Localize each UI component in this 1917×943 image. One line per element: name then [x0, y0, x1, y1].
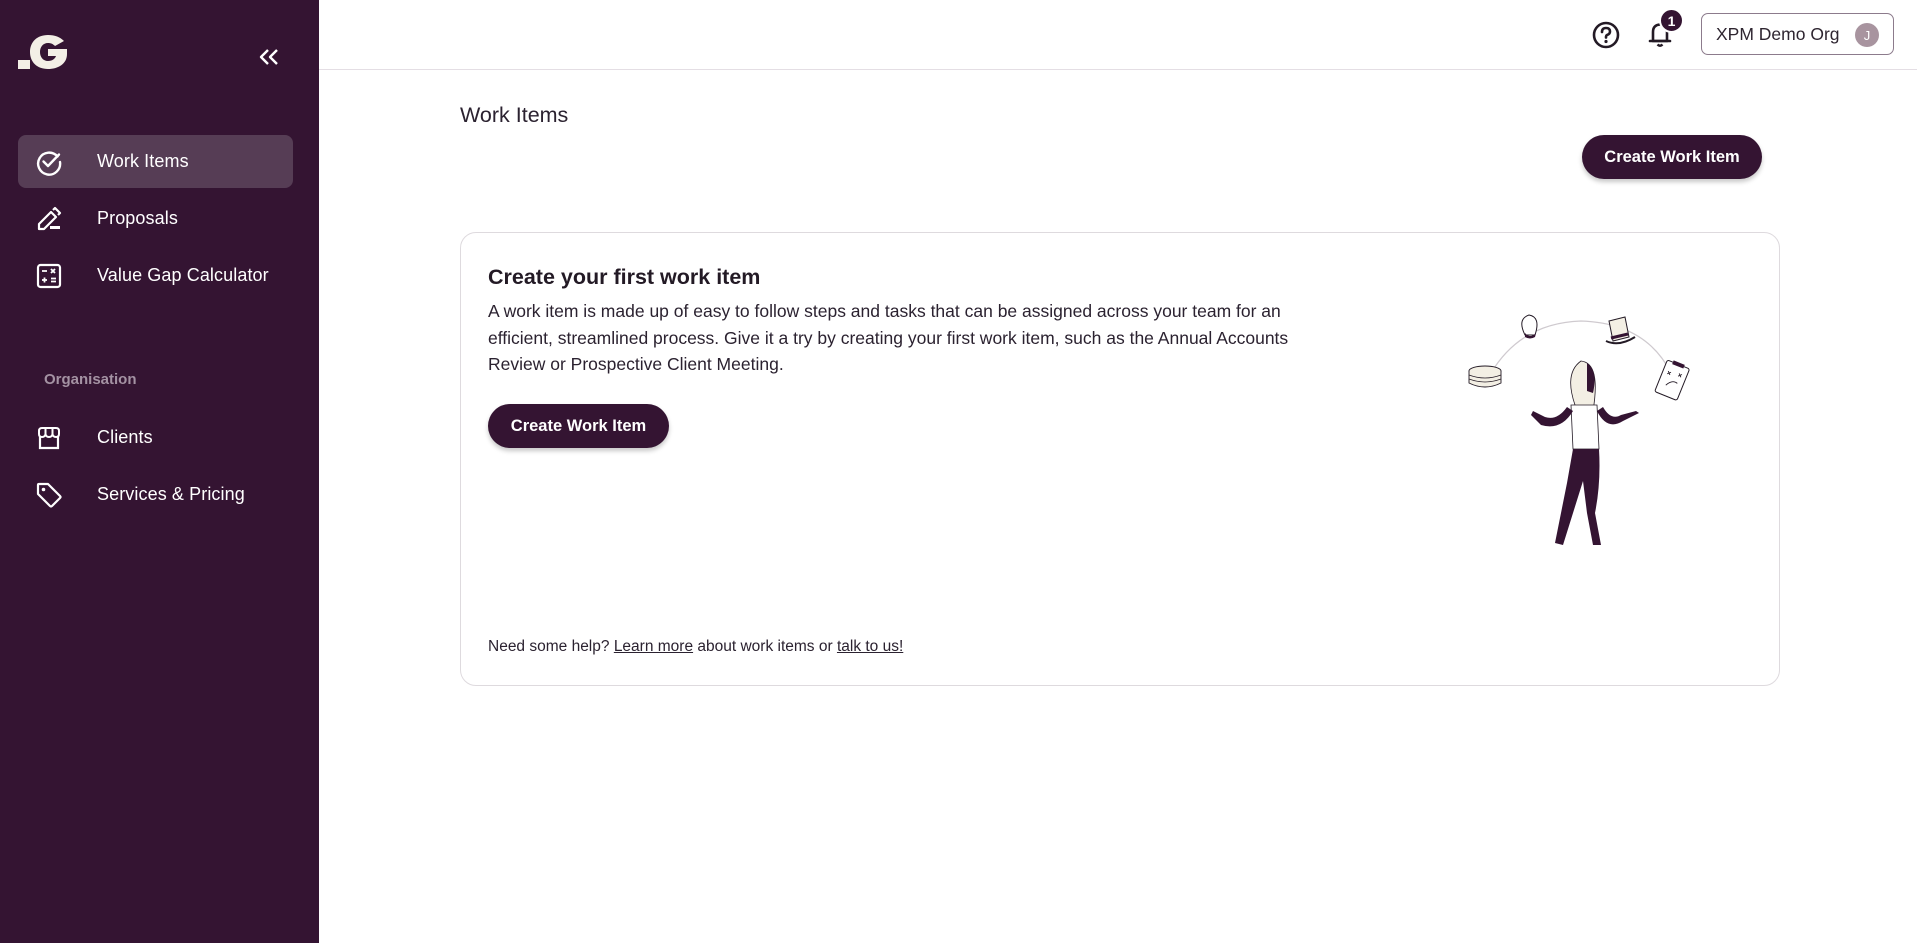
person-figure: [1531, 360, 1639, 545]
sidebar-item-label: Services & Pricing: [97, 484, 245, 504]
check-circle-icon: [36, 151, 62, 176]
user-avatar: J: [1855, 23, 1879, 47]
coins-icon: [1468, 365, 1502, 388]
page-title: Work Items: [460, 103, 569, 127]
learn-more-link[interactable]: Learn more: [614, 638, 693, 655]
sidebar: Work Items Proposals Value Gap Calculato…: [0, 0, 319, 943]
org-name: XPM Demo Org: [1716, 23, 1840, 44]
store-icon: [38, 427, 60, 450]
empty-state-description: A work item is made up of easy to follow…: [488, 301, 1289, 374]
sidebar-item-label: Proposals: [97, 208, 178, 228]
create-work-item-button[interactable]: Create Work Item: [1582, 135, 1762, 179]
help-button[interactable]: [1590, 19, 1622, 51]
sidebar-item-work-items[interactable]: Work Items: [18, 135, 293, 188]
calculator-icon: [36, 263, 62, 289]
chevrons-left-icon: [259, 49, 278, 65]
help-prefix: Need some help?: [488, 638, 610, 655]
empty-state-create-button[interactable]: Create Work Item: [488, 404, 669, 448]
tag-icon: [36, 482, 62, 508]
lightbulb-icon: [1521, 314, 1538, 339]
sidebar-item-value-gap-calculator[interactable]: Value Gap Calculator: [18, 249, 293, 302]
sidebar-item-clients[interactable]: Clients: [18, 411, 293, 464]
help-text: Need some help? Learn more about work it…: [488, 638, 903, 656]
help-middle: about work items or: [697, 638, 833, 655]
clipboard-icon: [1654, 360, 1690, 401]
talk-to-us-link[interactable]: talk to us!: [837, 638, 903, 655]
org-switcher-button[interactable]: XPM Demo Org J: [1701, 13, 1894, 55]
help-circle-icon: [1592, 21, 1620, 49]
sidebar-item-label: Clients: [97, 427, 153, 447]
sidebar-item-services-pricing[interactable]: Services & Pricing: [18, 468, 293, 521]
pencil-icon: [37, 206, 62, 231]
sidebar-item-label: Value Gap Calculator: [97, 265, 269, 285]
sidebar-section-organisation: Organisation: [44, 371, 137, 388]
empty-state-card: Create your first work item A work item …: [460, 232, 1780, 686]
empty-state-title: Create your first work item: [488, 265, 761, 289]
top-hat-icon: [1605, 316, 1636, 345]
sidebar-item-proposals[interactable]: Proposals: [18, 192, 293, 245]
juggling-person-illustration: [1468, 314, 1690, 545]
collapse-sidebar-button[interactable]: [254, 44, 284, 70]
notification-count-badge: 1: [1659, 8, 1684, 33]
sidebar-item-label: Work Items: [97, 151, 189, 171]
brand-logo[interactable]: [18, 34, 70, 70]
